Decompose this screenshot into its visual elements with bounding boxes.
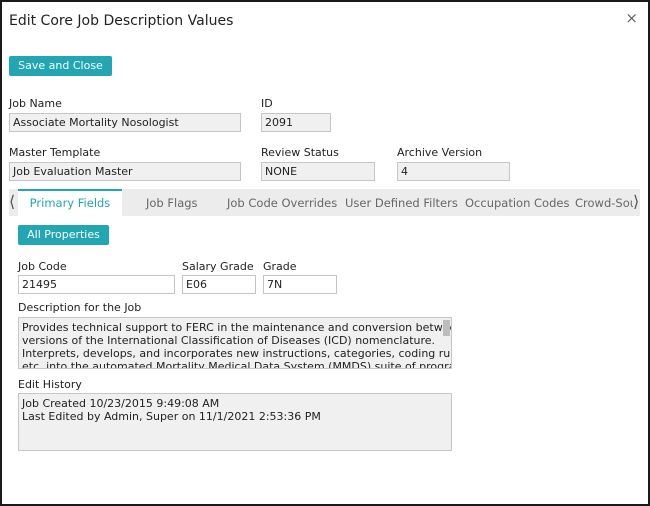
grade-label: Grade — [263, 260, 297, 273]
edit-history-line: Job Created 10/23/2015 9:49:08 AM — [22, 397, 220, 410]
job-code-field[interactable]: 21495 — [18, 275, 175, 294]
salary-grade-field[interactable]: E06 — [182, 275, 256, 294]
description-scrollbar[interactable] — [443, 320, 450, 336]
dialog-title: Edit Core Job Description Values — [9, 13, 234, 29]
salary-grade-label: Salary Grade — [182, 260, 254, 273]
edit-history-line: Last Edited by Admin, Super on 11/1/2021… — [22, 410, 321, 423]
tab-occupation-codes[interactable]: Occupation Codes — [465, 189, 569, 216]
tab-scroll-right-icon[interactable]: ⟩ — [633, 189, 640, 216]
grade-field[interactable]: 7N — [263, 275, 337, 294]
job-name-field[interactable]: Associate Mortality Nosologist — [9, 113, 241, 132]
description-label: Description for the Job — [18, 301, 142, 314]
all-properties-button[interactable]: All Properties — [18, 225, 109, 245]
edit-history-label: Edit History — [18, 378, 82, 391]
tab-job-flags[interactable]: Job Flags — [146, 189, 198, 216]
id-field[interactable]: 2091 — [261, 113, 331, 132]
archive-version-field[interactable]: 4 — [397, 162, 510, 181]
job-code-label: Job Code — [18, 260, 67, 273]
edit-job-dialog: Edit Core Job Description Values × Save … — [0, 0, 650, 506]
tab-primary-fields[interactable]: Primary Fields — [18, 189, 122, 216]
edit-history-box: Job Created 10/23/2015 9:49:08 AM Last E… — [18, 393, 452, 451]
tab-user-defined-filters[interactable]: User Defined Filters — [345, 189, 458, 216]
description-line: Interprets, develops, and incorporates n… — [22, 347, 452, 360]
master-template-field[interactable]: Job Evaluation Master — [9, 162, 241, 181]
description-line: etc. into the automated Mortality Medica… — [22, 360, 452, 369]
description-textarea[interactable]: Provides technical support to FERC in th… — [18, 317, 452, 369]
archive-version-label: Archive Version — [397, 146, 483, 159]
id-label: ID — [261, 97, 273, 110]
tab-bar: Primary Fields Job Flags Job Code Overri… — [9, 189, 640, 216]
tab-crowd-sourcing[interactable]: Crowd-Sou — [575, 189, 637, 216]
close-icon[interactable]: × — [625, 9, 638, 27]
description-line: versions of the International Classifica… — [22, 334, 436, 347]
review-status-label: Review Status — [261, 146, 339, 159]
description-line: Provides technical support to FERC in th… — [22, 321, 452, 334]
tab-job-code-overrides[interactable]: Job Code Overrides — [227, 189, 337, 216]
save-and-close-button[interactable]: Save and Close — [9, 56, 112, 76]
job-name-label: Job Name — [9, 97, 62, 110]
tab-scroll-left-icon[interactable]: ⟨ — [9, 189, 17, 216]
master-template-label: Master Template — [9, 146, 101, 159]
review-status-field[interactable]: NONE — [261, 162, 375, 181]
